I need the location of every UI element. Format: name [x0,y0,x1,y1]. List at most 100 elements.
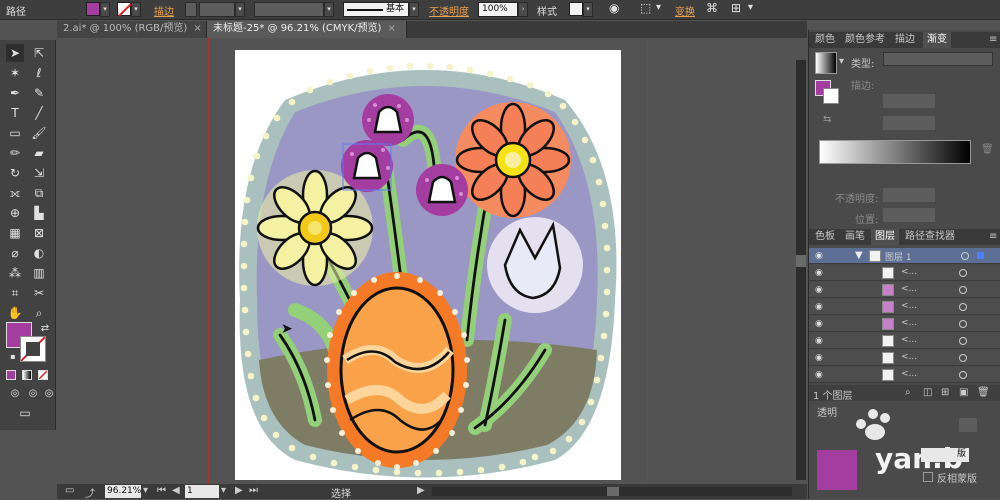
sublayer-target-icon[interactable] [959,286,967,294]
variable-width-profile[interactable] [254,2,324,17]
invert-mask-checkbox[interactable] [923,472,933,482]
sublayer-target-icon[interactable] [959,303,967,311]
default-fill-stroke-icon[interactable]: ▪ [4,348,22,366]
screen-mode-icon[interactable]: ▭ [16,404,34,422]
tab-document-2[interactable]: 2.ai* @ 100% (RGB/预览) × [57,21,207,38]
zoom-dropdown-icon[interactable]: ▾ [143,485,148,496]
sublayer-row[interactable]: ◉ <... [809,316,1000,332]
pencil-tool-icon[interactable]: ✏ [6,144,24,162]
sublayer-row[interactable]: ◉ <... [809,265,1000,281]
reverse-gradient-icon[interactable]: ⇆ [823,114,831,125]
make-mask-button[interactable]: 版 [921,448,969,462]
direct-selection-tool-icon[interactable]: ⇱ [30,44,48,62]
shape-builder-tool-icon[interactable]: ⊕ [6,204,24,222]
sublayer-target-icon[interactable] [959,354,967,362]
width-tool-icon[interactable]: ⟗ [6,184,24,202]
gradient-mode-icon[interactable] [22,370,32,380]
visibility-eye-icon[interactable]: ◉ [815,302,827,312]
gradient-stroke-box[interactable] [823,88,839,104]
tab-document-untitled-25[interactable]: 未标题-25* @ 96.21% (CMYK/预览) × [207,21,407,38]
rectangle-tool-icon[interactable]: ▭ [6,124,24,142]
eraser-tool-icon[interactable]: ▰ [30,144,48,162]
visibility-eye-icon[interactable]: ◉ [815,268,827,278]
sublayer-row[interactable]: ◉ <... [809,367,1000,383]
scroll-thumb[interactable] [607,487,619,496]
visibility-eye-icon[interactable]: ◉ [815,319,827,329]
stroke-dropdown-arrow[interactable]: ▾ [131,2,141,17]
sublayer-row[interactable]: ◉ <... [809,282,1000,298]
sublayer-row[interactable]: ◉ <... [809,299,1000,315]
stroke-color-box[interactable] [20,336,46,362]
artboard-nav-icon[interactable]: ▭ [65,485,74,496]
slice-tool-icon[interactable]: ✂ [30,284,48,302]
delete-layer-icon[interactable]: 🗑 [977,387,990,398]
status-menu-icon[interactable]: ▶ [417,485,425,496]
stroke-swatch[interactable] [117,2,132,17]
brush-definition[interactable]: 基本 [343,2,409,17]
draw-inside-icon[interactable]: ◎ [40,385,58,403]
layer-row-main[interactable]: ◉ ▼ 图层 1 [809,248,1000,264]
opacity-link[interactable]: 不透明度 [429,3,469,18]
lasso-tool-icon[interactable]: ℓ [30,64,48,82]
none-mode-icon[interactable] [38,370,48,380]
tab-swatches[interactable]: 色板 [811,229,839,245]
last-artboard-icon[interactable]: ⏭ [249,485,258,496]
line-tool-icon[interactable]: ╱ [30,104,48,122]
graphic-style-swatch[interactable] [569,2,583,16]
page-dropdown-icon[interactable]: ▾ [221,485,226,496]
fill-dropdown-arrow[interactable]: ▾ [100,2,110,17]
scale-tool-icon[interactable]: ⇲ [30,164,48,182]
sublayer-target-icon[interactable] [959,269,967,277]
profile-dropdown-arrow[interactable]: ▾ [324,2,334,17]
stroke-weight-arrow[interactable]: ▾ [235,2,245,17]
visibility-eye-icon[interactable]: ◉ [815,370,827,380]
page-field[interactable]: 1 [185,485,219,498]
selection-tool-icon[interactable]: ➤ [6,44,24,62]
mesh-tool-icon[interactable]: ⊠ [30,224,48,242]
draw-normal-icon[interactable]: ◎ [6,385,24,403]
pen-tool-icon[interactable]: ✒ [6,84,24,102]
tab-pathfinder[interactable]: 路径查找器 [901,229,959,245]
live-paint-tool-icon[interactable]: ▙ [30,204,48,222]
visibility-eye-icon[interactable]: ◉ [815,285,827,295]
sublayer-target-icon[interactable] [959,337,967,345]
horizontal-scrollbar[interactable] [432,487,792,496]
align-dropdown-icon[interactable]: ▾ [656,2,661,13]
transform-link[interactable]: 变换 [675,3,695,18]
sublayer-target-icon[interactable] [959,320,967,328]
tab-stroke[interactable]: 描边 [891,32,919,48]
stroke-link[interactable]: 描边 [154,3,174,18]
opacity-mask-thumbnail[interactable] [817,450,857,490]
close-icon[interactable]: × [387,23,395,34]
free-transform-tool-icon[interactable]: ⧉ [30,184,48,202]
clipping-mask-icon[interactable]: ◫ [923,387,932,398]
gradient-opacity-field[interactable] [883,188,935,202]
artboard-tool-icon[interactable]: ⌗ [6,284,24,302]
rotate-tool-icon[interactable]: ↻ [6,164,24,182]
gradient-type-select[interactable] [883,52,993,66]
next-artboard-icon[interactable]: ▶ [235,485,243,496]
color-mode-icon[interactable] [6,370,16,380]
gradient-slider[interactable] [819,140,971,164]
brush-dropdown-arrow[interactable]: ▾ [409,2,419,17]
angle-field[interactable] [883,94,935,108]
locate-object-icon[interactable]: ⌕ [905,387,911,398]
column-graph-tool-icon[interactable]: ▥ [30,264,48,282]
curvature-tool-icon[interactable]: ✎ [30,84,48,102]
stroke-weight-field[interactable] [199,2,235,17]
easter-illustration[interactable] [235,50,621,480]
zoom-field[interactable]: 96.21% [105,485,141,498]
new-sublayer-icon[interactable]: ⊞ [941,387,949,398]
tab-layers[interactable]: 图层 [871,229,899,245]
close-icon[interactable]: × [193,23,201,34]
tab-color-guide[interactable]: 颜色参考 [841,32,889,48]
visibility-eye-icon[interactable]: ◉ [815,251,827,261]
transparency-opacity-field[interactable] [959,418,977,432]
previous-artboard-icon[interactable]: ◀ [172,485,180,496]
align-icon[interactable]: ⬚ [640,1,651,15]
fill-swatch[interactable] [86,2,100,16]
blend-tool-icon[interactable]: ◐ [30,244,48,262]
recolor-icon[interactable]: ◉ [609,1,619,15]
sublayer-row[interactable]: ◉ <... [809,350,1000,366]
share-icon[interactable]: ⤴ [85,485,95,500]
